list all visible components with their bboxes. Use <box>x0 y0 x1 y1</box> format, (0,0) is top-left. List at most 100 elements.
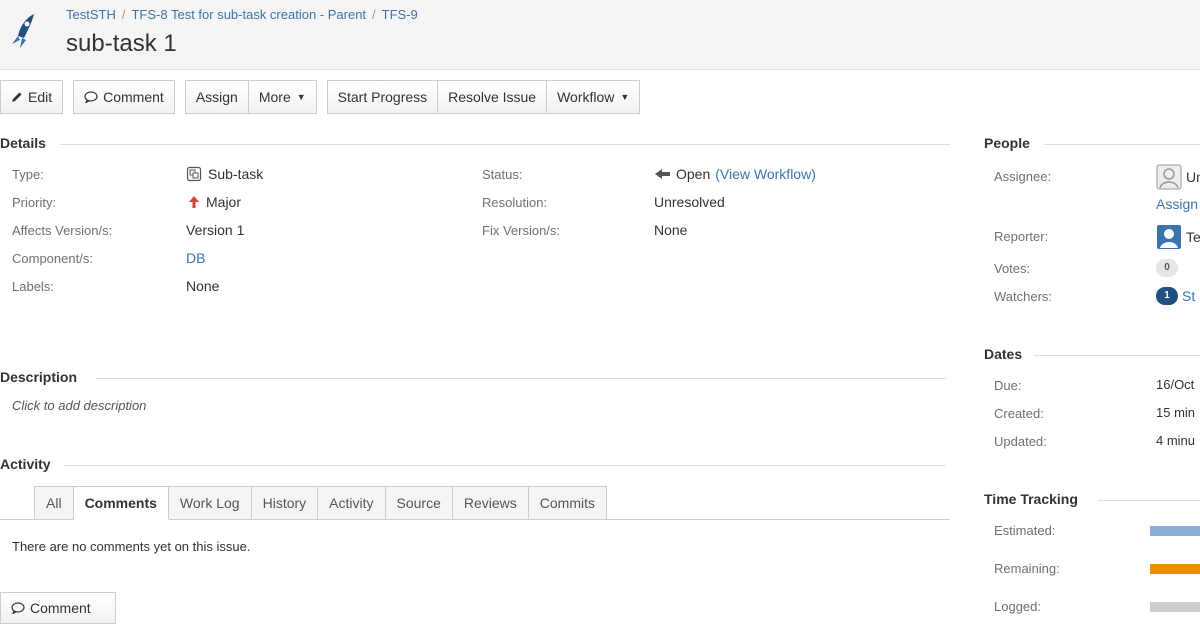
more-dropdown[interactable]: More ▼ <box>248 80 317 114</box>
people-divider <box>1044 144 1200 145</box>
status-value: Open (View Workflow) <box>654 166 816 182</box>
dates-heading[interactable]: Dates <box>984 346 1022 362</box>
assign-button[interactable]: Assign <box>184 80 249 114</box>
subtask-icon <box>186 166 202 182</box>
project-avatar-rocket-icon[interactable] <box>8 10 44 50</box>
resolve-issue-button[interactable]: Resolve Issue <box>438 80 548 114</box>
components-value[interactable]: DB <box>186 250 205 266</box>
edit-button[interactable]: Edit <box>0 80 64 114</box>
caret-down-icon: ▼ <box>296 92 306 102</box>
issue-toolbar: Edit Comment Assign More ▼ Start Progress… <box>0 80 650 114</box>
tab-all[interactable]: All <box>34 486 74 520</box>
priority-value: Major <box>188 194 241 210</box>
description-placeholder[interactable]: Click to add description <box>12 398 146 413</box>
page-title[interactable]: sub-task 1 <box>66 30 177 58</box>
activity-divider <box>64 465 946 466</box>
resolution-label: Resolution: <box>482 195 548 210</box>
due-label: Due: <box>994 378 1022 393</box>
tab-activity[interactable]: Activity <box>318 486 386 520</box>
affects-version-value[interactable]: Version 1 <box>186 222 244 238</box>
details-heading[interactable]: Details <box>0 135 46 151</box>
time-tracking-divider <box>1098 500 1200 501</box>
affects-version-label: Affects Version/s: <box>12 223 113 238</box>
votes-label: Votes: <box>994 261 1031 276</box>
issue-header: TestSTH / TFS-8 Test for sub-task creation… <box>0 0 1200 70</box>
updated-label: Updated: <box>994 434 1047 449</box>
labels-label: Labels: <box>12 279 54 294</box>
edit-button-label: Edit <box>28 89 53 105</box>
votes-value: 0 <box>1156 259 1178 277</box>
breadcrumb-parent-issue[interactable]: TFS-8 Test for sub-task creation - Paren… <box>131 7 366 22</box>
details-divider <box>60 144 950 145</box>
fix-version-value[interactable]: None <box>654 222 687 238</box>
reporter-value-text[interactable]: Te <box>1186 229 1200 245</box>
type-value: Sub-task <box>186 166 263 182</box>
speech-bubble-icon <box>11 602 25 614</box>
remaining-label: Remaining: <box>994 561 1060 576</box>
breadcrumb-separator: / <box>121 7 126 22</box>
status-value-text: Open <box>676 166 711 182</box>
watchers-link[interactable]: St <box>1182 288 1195 304</box>
watchers-count-badge[interactable]: 1 <box>1156 287 1178 305</box>
assignee-label: Assignee: <box>994 169 1052 184</box>
labels-value[interactable]: None <box>186 278 219 294</box>
assignee-value: Un <box>1156 164 1200 190</box>
priority-value-text: Major <box>206 194 242 210</box>
tab-work-log[interactable]: Work Log <box>168 486 252 520</box>
pencil-icon <box>12 92 22 102</box>
created-value: 15 min <box>1156 405 1196 420</box>
fix-version-label: Fix Version/s: <box>482 223 561 238</box>
people-heading[interactable]: People <box>984 135 1030 151</box>
tab-comments[interactable]: Comments <box>73 486 169 520</box>
comment-button[interactable]: Comment <box>73 80 175 114</box>
workflow-dropdown-label: Workflow <box>557 89 615 105</box>
arrow-up-priority-icon <box>189 196 199 208</box>
more-dropdown-label: More <box>258 89 291 105</box>
due-value: 16/Oct <box>1156 377 1195 392</box>
resolution-value: Unresolved <box>654 194 725 210</box>
watchers-value: 1 St <box>1156 287 1195 305</box>
caret-down-icon: ▼ <box>620 92 630 102</box>
breadcrumb-separator: / <box>372 7 376 22</box>
workflow-dropdown[interactable]: Workflow ▼ <box>547 80 641 114</box>
updated-value: 4 minu <box>1156 433 1196 448</box>
reporter-label: Reporter: <box>994 229 1049 244</box>
dates-divider <box>1034 355 1200 356</box>
remaining-time-bar <box>1150 564 1200 574</box>
add-comment-button-label: Comment <box>30 600 91 616</box>
status-label: Status: <box>482 167 523 182</box>
unassigned-avatar-icon <box>1156 164 1182 190</box>
estimated-label: Estimated: <box>994 523 1056 538</box>
start-progress-button[interactable]: Start Progress <box>326 80 439 114</box>
watchers-label: Watchers: <box>994 289 1053 304</box>
time-tracking-heading[interactable]: Time Tracking <box>984 491 1078 507</box>
components-label: Component/s: <box>12 251 93 266</box>
add-comment-button[interactable]: Comment <box>0 592 116 624</box>
tab-reviews[interactable]: Reviews <box>452 486 529 520</box>
priority-label: Priority: <box>12 195 57 210</box>
open-status-icon <box>655 169 670 179</box>
assign-to-me-link[interactable]: Assign <box>1156 196 1198 212</box>
tab-commits[interactable]: Commits <box>528 486 607 520</box>
activity-tabs: All Comments Work Log History Activity S… <box>34 486 607 520</box>
tab-history[interactable]: History <box>251 486 319 520</box>
view-workflow-link[interactable]: (View Workflow) <box>715 166 816 182</box>
estimated-time-bar <box>1150 526 1200 536</box>
activity-heading[interactable]: Activity <box>0 456 51 472</box>
tab-source[interactable]: Source <box>385 486 453 520</box>
breadcrumb-project[interactable]: TestSTH <box>66 7 116 22</box>
reporter-avatar-icon <box>1157 225 1181 249</box>
logged-label: Logged: <box>994 599 1041 614</box>
comment-button-label: Comment <box>103 89 164 105</box>
description-divider <box>96 378 946 379</box>
created-label: Created: <box>994 406 1044 421</box>
breadcrumb-issue-key[interactable]: TFS-9 <box>382 7 418 22</box>
no-comments-message: There are no comments yet on this issue. <box>12 539 251 554</box>
description-heading[interactable]: Description <box>0 369 77 385</box>
votes-count-badge[interactable]: 0 <box>1156 259 1178 277</box>
logged-time-bar <box>1150 602 1200 612</box>
reporter-value: Te <box>1156 224 1200 250</box>
breadcrumb: TestSTH / TFS-8 Test for sub-task creation… <box>66 7 418 22</box>
speech-bubble-icon <box>84 91 98 103</box>
assignee-value-text: Un <box>1186 169 1200 185</box>
